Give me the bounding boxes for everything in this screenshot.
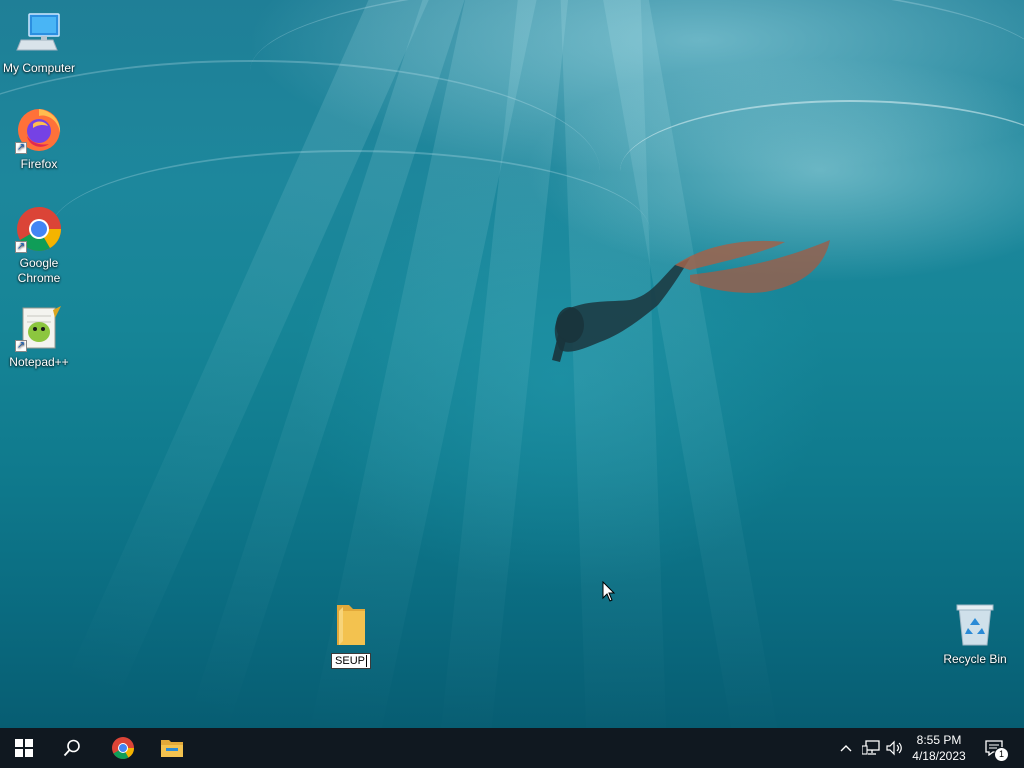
network-tray-button[interactable] [859,728,883,768]
desktop-icon-my-computer[interactable]: My Computer [1,10,77,76]
notification-count-badge: 1 [994,747,1009,762]
start-button[interactable] [0,728,48,768]
text-caret [365,655,367,667]
folder-icon [161,740,183,757]
shortcut-arrow-icon: ↗ [15,142,27,154]
windows-logo-icon [15,739,33,757]
desktop-icon-firefox[interactable]: ↗ Firefox [1,106,77,172]
icon-label: Notepad++ [9,355,69,369]
action-center-button[interactable]: 1 [976,728,1012,768]
taskbar-clock[interactable]: 8:55 PM 4/18/2023 [906,732,972,764]
recycle-bin-icon [951,601,999,649]
desktop-icon-new-folder[interactable]: SEUP [313,601,389,669]
shortcut-arrow-icon: ↗ [15,241,27,253]
mouse-cursor-icon [602,581,616,602]
taskbar: 8:55 PM 4/18/2023 1 [0,728,1024,768]
icon-label: My Computer [2,61,76,75]
chevron-up-icon [840,745,852,752]
diver-silhouette [552,240,830,362]
taskbar-file-explorer-button[interactable] [148,728,196,768]
clock-date: 4/18/2023 [912,749,966,763]
desktop-wallpaper[interactable]: My Computer ↗ Firefox ↗ Google Chrome ↗ … [0,0,1024,728]
desktop-icon-google-chrome[interactable]: ↗ Google Chrome [1,205,77,286]
icon-label: Recycle Bin [943,652,1007,666]
shortcut-arrow-icon: ↗ [15,340,27,352]
chrome-icon [112,737,134,759]
volume-icon [886,740,902,756]
monitor-icon [15,10,63,58]
taskbar-chrome-button[interactable] [99,728,147,768]
search-icon [63,739,80,757]
volume-tray-button[interactable] [884,728,906,768]
network-icon [862,740,880,755]
folder-rename-input[interactable]: SEUP [331,653,371,669]
search-button[interactable] [48,728,96,768]
notepadpp-icon: ↗ [15,304,63,352]
chrome-icon: ↗ [15,205,63,253]
icon-label: Google Chrome [17,256,61,285]
firefox-icon: ↗ [15,106,63,154]
folder-icon [327,601,375,649]
desktop-icon-recycle-bin[interactable]: Recycle Bin [937,601,1013,667]
clock-time: 8:55 PM [916,733,962,747]
show-hidden-icons-button[interactable] [836,728,856,768]
icon-label: Firefox [20,157,58,171]
desktop-icon-notepad-plus-plus[interactable]: ↗ Notepad++ [1,304,77,370]
rename-input-text: SEUP [335,655,365,667]
